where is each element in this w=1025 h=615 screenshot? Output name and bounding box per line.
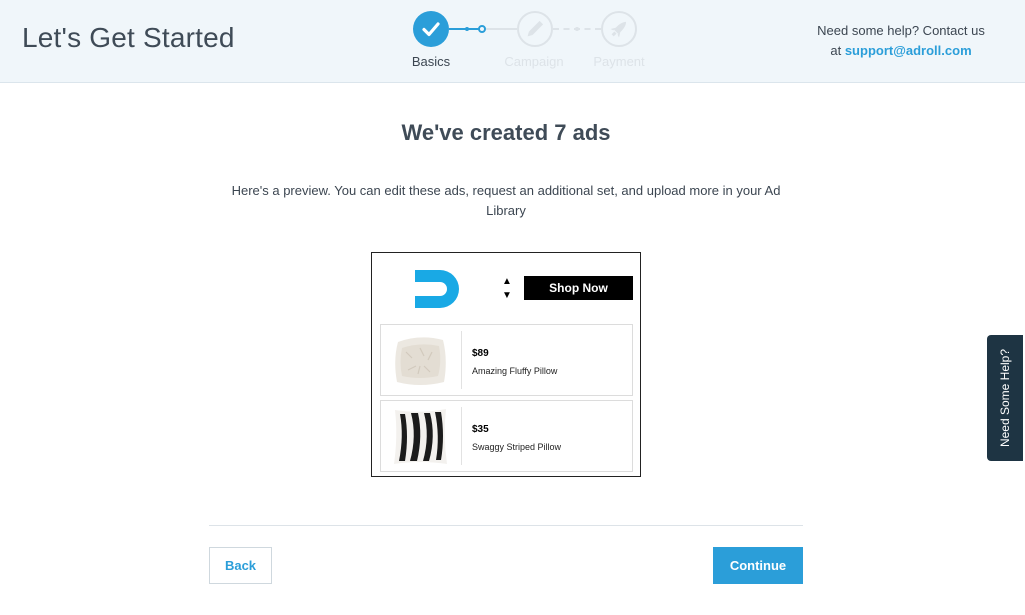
adroll-logo-icon — [415, 270, 459, 308]
striped-pillow-image — [390, 406, 451, 467]
step-label-payment: Payment — [593, 54, 645, 69]
continue-button[interactable]: Continue — [713, 547, 803, 584]
help-contact: Need some help? Contact us at support@ad… — [790, 21, 1012, 61]
arrow-down-icon[interactable]: ▼ — [500, 289, 514, 303]
carousel-arrows[interactable]: ▲ ▼ — [500, 275, 514, 303]
step-campaign — [517, 11, 553, 47]
product-divider — [461, 407, 462, 465]
product-price: $35 — [472, 424, 489, 435]
step-connector-dot-inactive — [575, 27, 579, 31]
step-connector-inactive — [486, 28, 517, 30]
shop-now-button[interactable]: Shop Now — [524, 276, 633, 300]
step-label-basics: Basics — [411, 54, 451, 69]
fluffy-pillow-image — [390, 330, 451, 391]
product-divider — [461, 331, 462, 389]
back-button[interactable]: Back — [209, 547, 272, 584]
step-connector-active — [449, 28, 479, 30]
step-label-campaign: Campaign — [504, 54, 564, 69]
check-icon — [422, 22, 440, 37]
product-item: $35 Swaggy Striped Pillow — [380, 400, 633, 472]
need-help-label: Need Some Help? — [998, 348, 1012, 448]
ads-created-heading: We've created 7 ads — [401, 120, 611, 145]
step-connector-node — [478, 25, 486, 33]
step-basics[interactable] — [413, 11, 449, 47]
help-prefix: at — [830, 43, 842, 58]
help-email-line: at support@adroll.com — [790, 41, 1012, 61]
rocket-icon — [610, 21, 627, 38]
product-price: $89 — [472, 348, 489, 359]
product-name: Amazing Fluffy Pillow — [472, 366, 558, 376]
help-text-line: Need some help? Contact us — [817, 23, 985, 38]
pencil-icon — [527, 20, 544, 37]
arrow-up-icon[interactable]: ▲ — [500, 275, 514, 289]
footer-divider — [209, 525, 803, 526]
ad-preview-card: ▲ ▼ Shop Now $89 Amazing Fluffy Pillow $… — [371, 252, 641, 477]
step-payment — [601, 11, 637, 47]
product-name: Swaggy Striped Pillow — [472, 442, 562, 452]
step-connector-dot — [465, 27, 469, 31]
product-item: $89 Amazing Fluffy Pillow — [380, 324, 633, 396]
page-header: Let's Get Started Basics Campaign Paymen… — [0, 0, 1025, 83]
preview-description: Here's a preview. You can edit these ads… — [231, 183, 781, 218]
support-email-link[interactable]: support@adroll.com — [845, 43, 972, 58]
need-help-tab[interactable]: Need Some Help? — [987, 335, 1023, 461]
